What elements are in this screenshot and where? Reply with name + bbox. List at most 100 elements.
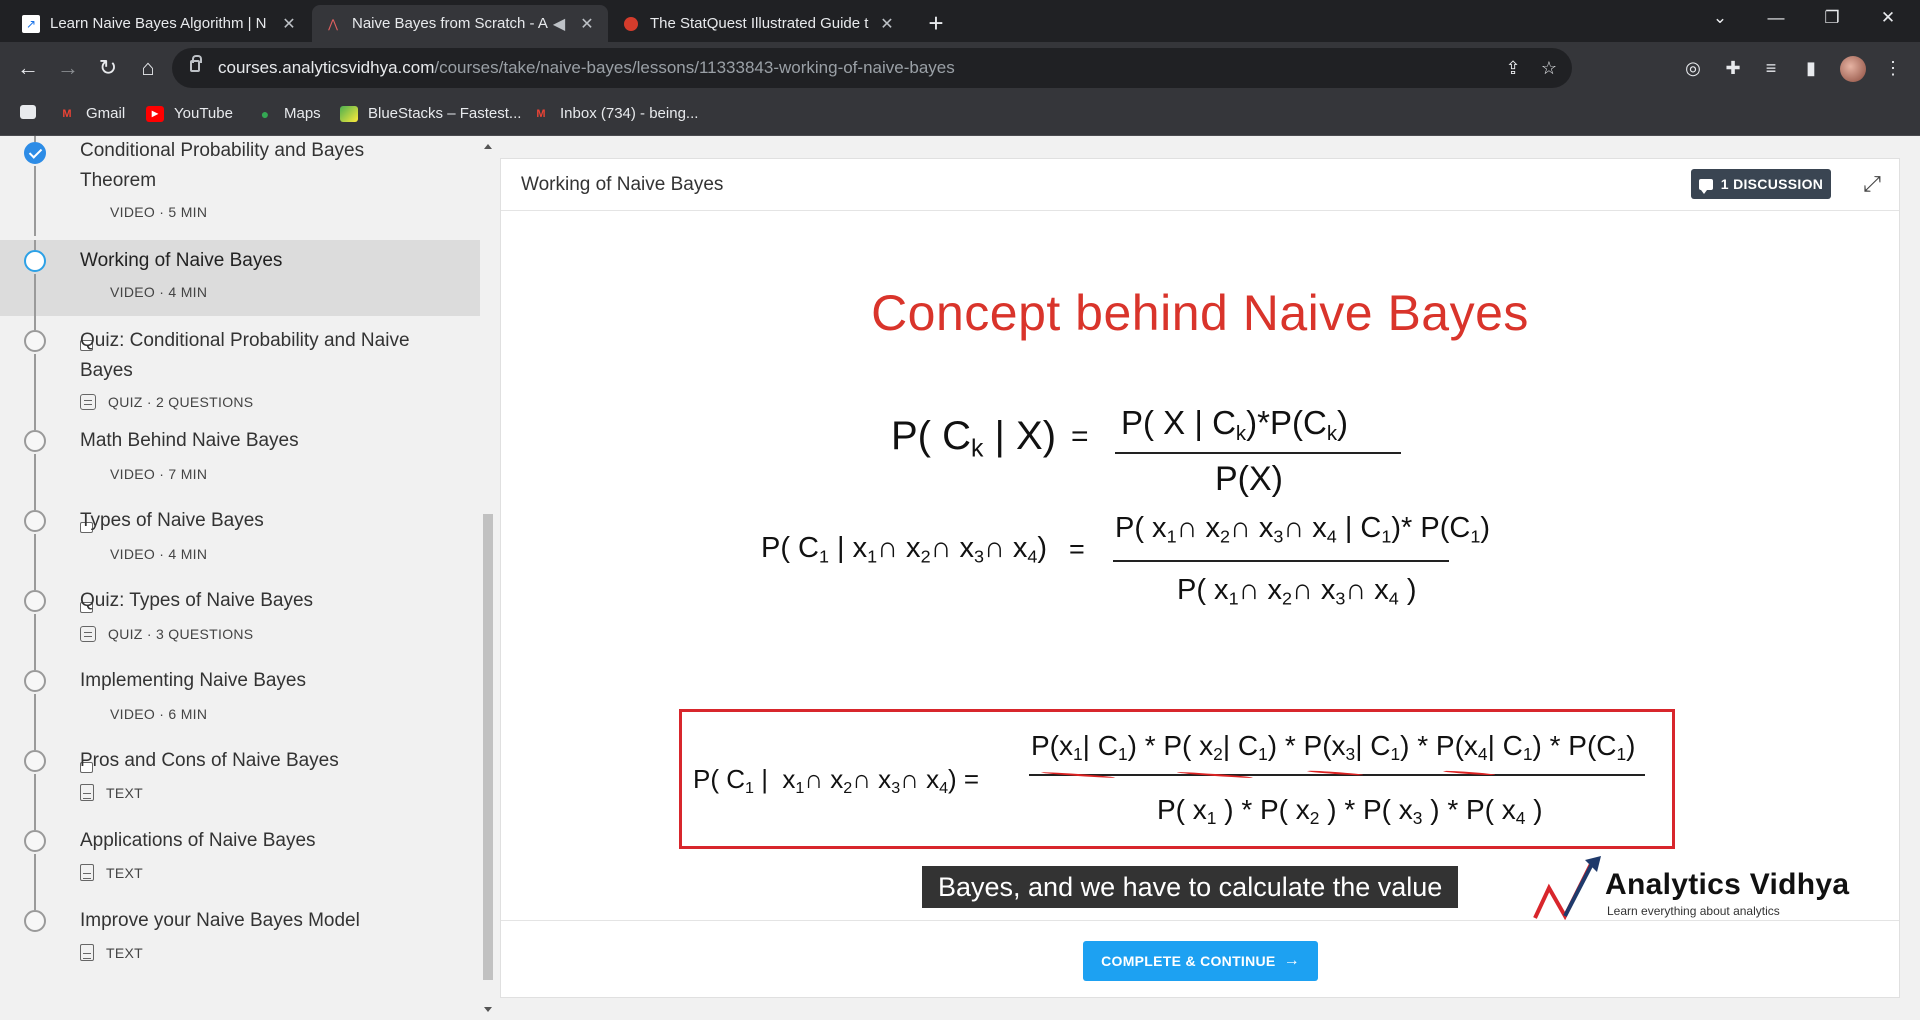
- timeline-line: [34, 580, 36, 590]
- lesson-meta: VIDEO · 4 MIN: [80, 546, 207, 613]
- video-caption: Bayes, and we have to calculate the valu…: [922, 866, 1459, 908]
- lesson-item-quiz-types[interactable]: Quiz: Types of Naive Bayes QUIZ · 3 QUES…: [0, 580, 480, 660]
- reload-icon[interactable]: ↻: [94, 56, 122, 80]
- scroll-up-icon[interactable]: [484, 144, 492, 149]
- lesson-item-pros-cons[interactable]: Pros and Cons of Naive Bayes TEXT: [0, 740, 480, 820]
- quiz-icon: [80, 626, 96, 642]
- circle-icon: [24, 430, 46, 452]
- apps-icon[interactable]: [20, 105, 46, 119]
- timeline-line: [34, 354, 36, 420]
- lesson-item-quiz-conditional[interactable]: Quiz: Conditional Probability and Naive …: [0, 316, 480, 420]
- timeline-line: [34, 240, 36, 250]
- analytics-vidhya-logo-icon: [1533, 856, 1601, 920]
- circle-icon: [24, 830, 46, 852]
- bookmark-youtube[interactable]: ▶ YouTube: [146, 105, 233, 122]
- lesson-item-types[interactable]: Types of Naive Bayes VIDEO · 4 MIN: [0, 500, 480, 613]
- back-icon[interactable]: ←: [14, 56, 42, 80]
- url-text[interactable]: courses.analyticsvidhya.com/courses/take…: [218, 58, 955, 78]
- lesson-title: Conditional Probability and Bayes Theore…: [80, 140, 365, 191]
- lesson-title: Pros and Cons of Naive Bayes: [80, 750, 339, 771]
- browser-tab-1[interactable]: ↗ Learn Naive Bayes Algorithm | N ✕: [10, 5, 310, 42]
- timeline-line: [34, 166, 36, 236]
- complete-and-continue-button[interactable]: COMPLETE & CONTINUE →: [1083, 941, 1318, 981]
- browser-tab-3[interactable]: The StatQuest Illustrated Guide t ✕: [612, 5, 908, 42]
- browser-tab-bar: ↗ Learn Naive Bayes Algorithm | N ✕ ⋀ Na…: [0, 0, 1920, 42]
- lesson-item-applications[interactable]: Applications of Naive Bayes TEXT: [0, 820, 480, 900]
- lesson-item-conditional-probability[interactable]: Conditional Probability and Bayes Theore…: [0, 136, 480, 271]
- analytics-vidhya-favicon: ⋀: [328, 16, 338, 31]
- timeline-line: [34, 274, 36, 316]
- lesson-title: Improve your Naive Bayes Model: [80, 910, 360, 931]
- home-icon[interactable]: ⌂: [134, 56, 162, 80]
- tab-search-icon[interactable]: ⌄: [1692, 0, 1748, 36]
- bookmark-gmail[interactable]: M Gmail: [58, 105, 125, 122]
- address-bar[interactable]: courses.analyticsvidhya.com/courses/take…: [172, 48, 1572, 88]
- lesson-meta: QUIZ · 2 QUESTIONS: [80, 394, 253, 410]
- timeline-line: [34, 740, 36, 750]
- tab-close-icon[interactable]: ✕: [280, 14, 298, 34]
- bookmark-bluestacks[interactable]: BlueStacks – Fastest...: [340, 105, 521, 122]
- bookmark-star-icon[interactable]: ☆: [1536, 56, 1562, 80]
- timeline-line: [34, 854, 36, 900]
- content-footer: COMPLETE & CONTINUE →: [501, 920, 1899, 998]
- extension-target-icon[interactable]: ◎: [1680, 56, 1706, 80]
- timeline-line: [34, 500, 36, 510]
- timeline-line: [34, 614, 36, 660]
- lesson-item-implementing[interactable]: Implementing Naive Bayes VIDEO · 6 MIN: [0, 660, 480, 773]
- expand-icon[interactable]: ⤢: [1859, 171, 1885, 197]
- restore-icon[interactable]: ❐: [1804, 0, 1860, 36]
- lesson-meta: TEXT: [80, 944, 143, 961]
- timeline-line: [34, 316, 36, 330]
- bookmarks-bar: M Gmail ▶ YouTube ● Maps BlueStacks – Faste…: [0, 95, 1920, 136]
- new-tab-icon[interactable]: +: [922, 8, 950, 39]
- lesson-meta: VIDEO · 7 MIN: [80, 466, 207, 533]
- timeline-line: [34, 774, 36, 820]
- tab-title: The StatQuest Illustrated Guide t: [650, 15, 869, 32]
- check-icon: [24, 142, 46, 164]
- scrollbar-thumb[interactable]: [483, 514, 493, 980]
- lesson-item-math-behind[interactable]: Math Behind Naive Bayes VIDEO · 7 MIN: [0, 420, 480, 533]
- timeline-line: [34, 820, 36, 830]
- video-player[interactable]: Concept behind Naive Bayes P( Ck | X) = …: [501, 212, 1899, 920]
- lesson-content: Working of Naive Bayes 1 DISCUSSION ⤢ Co…: [500, 158, 1900, 998]
- timeline-line: [34, 694, 36, 740]
- forward-icon[interactable]: →: [54, 56, 82, 80]
- lesson-meta: VIDEO · 4 MIN: [80, 284, 207, 351]
- course-page: Conditional Probability and Bayes Theore…: [0, 136, 1920, 1020]
- tab-close-icon[interactable]: ✕: [578, 14, 596, 34]
- arrow-right-icon: →: [1283, 952, 1300, 969]
- bookmark-inbox[interactable]: M Inbox (734) - being...: [532, 105, 698, 122]
- bluestacks-icon: [340, 105, 358, 122]
- minimize-icon[interactable]: —: [1748, 0, 1804, 36]
- logo-name: Analytics Vidhya: [1605, 868, 1850, 901]
- lesson-item-working-of-naive-bayes[interactable]: Working of Naive Bayes VIDEO · 4 MIN: [0, 240, 480, 351]
- extensions-puzzle-icon[interactable]: ✚: [1720, 56, 1746, 80]
- profile-avatar[interactable]: [1840, 56, 1866, 82]
- lock-icon[interactable]: [190, 55, 202, 72]
- lesson-title: Quiz: Conditional Probability and Naive …: [80, 330, 410, 381]
- scroll-down-icon[interactable]: [484, 1007, 492, 1012]
- text-doc-icon: [80, 864, 94, 881]
- sidebar-scrollbar[interactable]: [480, 136, 496, 1020]
- circle-icon: [24, 910, 46, 932]
- statquest-favicon: [624, 16, 638, 31]
- lesson-title: Applications of Naive Bayes: [80, 830, 316, 851]
- browser-tab-2[interactable]: ⋀ Naive Bayes from Scratch - A ◀ ✕: [312, 5, 608, 42]
- bookmark-maps[interactable]: ● Maps: [256, 105, 321, 122]
- page-scrollbar[interactable]: [1900, 136, 1920, 1020]
- tab-close-icon[interactable]: ✕: [878, 14, 896, 34]
- side-panel-icon[interactable]: ▮: [1798, 56, 1824, 80]
- logo-tagline: Learn everything about analytics: [1607, 904, 1780, 918]
- slide-title: Concept behind Naive Bayes: [871, 285, 1529, 341]
- window-close-icon[interactable]: ✕: [1860, 0, 1916, 36]
- speaker-icon[interactable]: ◀: [550, 14, 568, 34]
- maps-icon: ●: [260, 105, 270, 122]
- lesson-heading: Working of Naive Bayes: [521, 174, 724, 195]
- discussion-button[interactable]: 1 DISCUSSION: [1691, 169, 1831, 199]
- lesson-title: Implementing Naive Bayes: [80, 670, 306, 691]
- share-icon[interactable]: ⇪: [1500, 56, 1526, 80]
- circle-icon: [24, 670, 46, 692]
- lesson-item-improve[interactable]: Improve your Naive Bayes Model TEXT: [0, 900, 480, 980]
- menu-dots-icon[interactable]: ⋮: [1880, 56, 1906, 80]
- media-control-icon[interactable]: ≡: [1758, 56, 1784, 80]
